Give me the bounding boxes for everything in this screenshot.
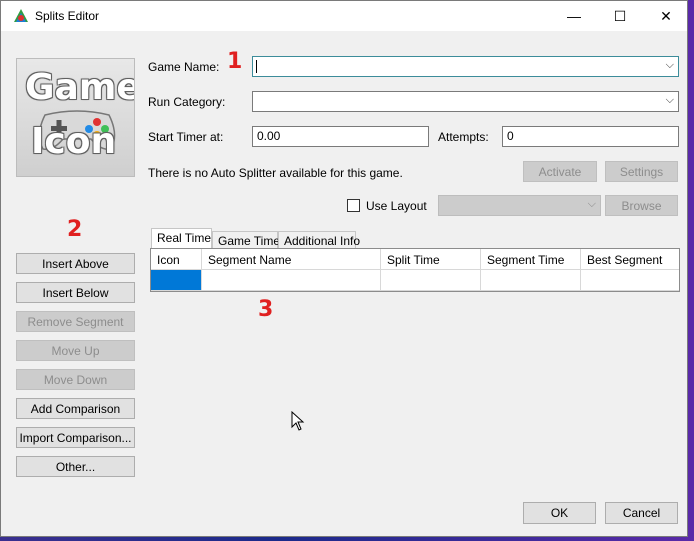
insert-below-button[interactable]: Insert Below <box>16 282 135 303</box>
move-down-button[interactable]: Move Down <box>16 369 135 390</box>
cancel-button[interactable]: Cancel <box>605 502 678 524</box>
column-header-best-segment[interactable]: Best Segment <box>581 249 679 270</box>
segments-grid[interactable]: Icon Segment Name Split Time Segment Tim… <box>150 248 680 292</box>
minimize-button[interactable]: — <box>551 1 597 31</box>
attempts-label: Attempts: <box>438 130 489 144</box>
window-title: Splits Editor <box>35 9 100 23</box>
chevron-down-icon[interactable]: ⌵ <box>666 59 674 72</box>
start-timer-input[interactable]: 0.00 <box>252 126 429 147</box>
cell-segment-name[interactable] <box>202 270 381 291</box>
attempts-input[interactable]: 0 <box>502 126 679 147</box>
annotation-number-2: 2 <box>67 217 83 242</box>
layout-combobox[interactable]: ⌵ <box>438 195 601 216</box>
column-header-icon[interactable]: Icon <box>151 249 202 270</box>
tab-additional-info[interactable]: Additional Info <box>278 231 360 249</box>
add-comparison-button[interactable]: Add Comparison <box>16 398 135 419</box>
run-category-combobox[interactable]: ⌵ <box>252 91 679 112</box>
column-header-split-time[interactable]: Split Time <box>381 249 481 270</box>
use-layout-label: Use Layout <box>366 199 427 213</box>
tab-real-time[interactable]: Real Time <box>151 228 212 249</box>
game-icon-text-top: Game <box>25 67 135 108</box>
splits-editor-window: Splits Editor — ☐ ✕ Game Icon Game Name:… <box>0 0 688 537</box>
title-bar[interactable]: Splits Editor — ☐ ✕ <box>1 1 687 31</box>
game-name-label: Game Name: <box>148 60 220 74</box>
import-comparison-button[interactable]: Import Comparison... <box>16 427 135 448</box>
settings-button[interactable]: Settings <box>605 161 678 182</box>
chevron-down-icon[interactable]: ⌵ <box>666 94 674 107</box>
maximize-button[interactable]: ☐ <box>597 1 643 31</box>
insert-above-button[interactable]: Insert Above <box>16 253 135 274</box>
cell-icon-selected[interactable] <box>151 270 202 291</box>
activate-button[interactable]: Activate <box>523 161 597 182</box>
cell-split-time[interactable] <box>381 270 481 291</box>
game-name-combobox[interactable]: ⌵ <box>252 56 679 77</box>
column-header-segment-name[interactable]: Segment Name <box>202 249 381 270</box>
text-caret <box>256 60 257 73</box>
browse-button[interactable]: Browse <box>605 195 678 216</box>
remove-segment-button[interactable]: Remove Segment <box>16 311 135 332</box>
annotation-number-1: 1 <box>227 49 243 74</box>
close-button[interactable]: ✕ <box>643 1 689 31</box>
game-icon-placeholder[interactable]: Game Icon <box>16 58 135 177</box>
column-header-segment-time[interactable]: Segment Time <box>481 249 581 270</box>
tab-game-time[interactable]: Game Time <box>212 231 280 249</box>
annotation-number-3: 3 <box>258 297 274 322</box>
livesplit-app-icon <box>14 9 28 22</box>
run-category-label: Run Category: <box>148 95 226 109</box>
chevron-down-icon[interactable]: ⌵ <box>588 198 596 211</box>
use-layout-checkbox[interactable] <box>347 199 360 212</box>
cell-segment-time[interactable] <box>481 270 581 291</box>
start-timer-label: Start Timer at: <box>148 130 224 144</box>
mouse-pointer-icon <box>291 411 305 431</box>
game-icon-text-bottom: Icon <box>31 121 117 162</box>
auto-splitter-status: There is no Auto Splitter available for … <box>148 166 403 180</box>
ok-button[interactable]: OK <box>523 502 596 524</box>
move-up-button[interactable]: Move Up <box>16 340 135 361</box>
cell-best-segment[interactable] <box>581 270 679 291</box>
other-button[interactable]: Other... <box>16 456 135 477</box>
